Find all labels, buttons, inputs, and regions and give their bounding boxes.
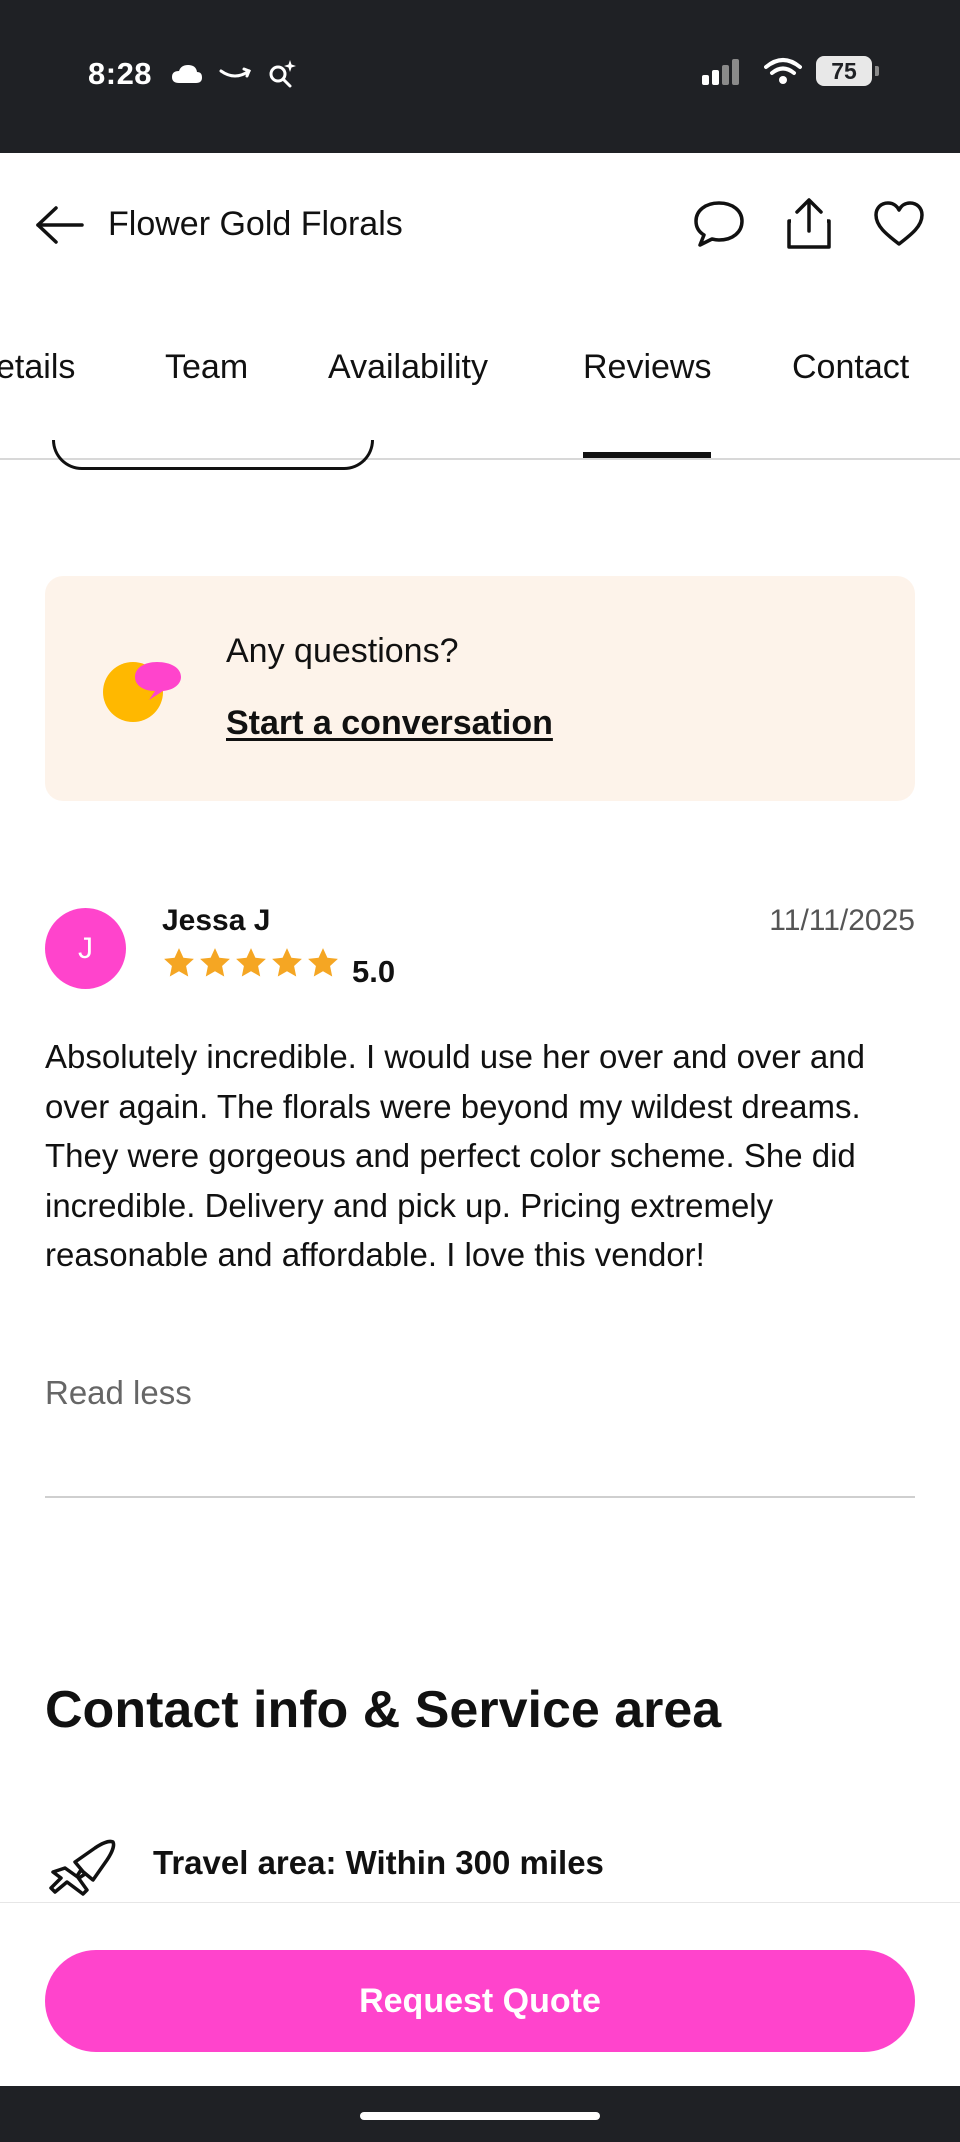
page-title: Flower Gold Florals [108,205,403,243]
header-actions [690,195,928,253]
speech-bubbles-icon [103,662,181,722]
star-icon [200,948,230,977]
app-header: Flower Gold Florals [0,153,960,296]
question-card: Any questions? Start a conversation [45,576,915,801]
bottom-action-bar: Request Quote [0,1902,960,2086]
back-button[interactable] [32,197,88,253]
avatar: J [45,908,126,989]
question-text: Any questions? [226,632,459,670]
amazon-smile-icon [219,67,251,78]
signal-icon [702,59,739,85]
scrolled-button-edge[interactable] [52,440,374,470]
share-button[interactable] [780,195,838,253]
tab-reviews[interactable]: Reviews [583,348,712,458]
travel-area-text: Travel area: Within 300 miles [153,1844,604,1881]
chat-icon [694,201,744,247]
share-icon [787,198,831,249]
star-icon [272,948,302,977]
home-indicator[interactable] [360,2112,600,2120]
status-time: 8:28 [88,56,153,91]
read-less-link[interactable]: Read less [45,1374,192,1412]
reviewer-name: Jessa J [162,904,271,937]
rating-value: 5.0 [352,954,396,989]
star-rating [162,946,340,980]
section-title: Contact info & Service area [45,1681,722,1739]
arrow-left-icon [36,206,84,244]
battery-level: 75 [831,57,857,84]
search-sparkle-icon [269,60,296,88]
airplane-icon [49,1839,116,1896]
divider [45,1496,915,1498]
review-body: Absolutely incredible. I would use her o… [45,1038,865,1273]
battery-icon: 75 [816,56,879,86]
tab-contact[interactable]: Contact [792,348,909,458]
heart-icon [874,201,924,246]
request-quote-button[interactable]: Request Quote [45,1950,915,2052]
star-icon [308,948,338,977]
tab-bar: etails Team Availability Reviews Contact [0,296,960,460]
review-date: 11/11/2025 [769,904,915,937]
message-button[interactable] [690,195,748,253]
start-conversation-link[interactable]: Start a conversation [226,704,553,743]
status-icons-left [170,58,298,90]
star-icon [164,948,194,977]
avatar-initial: J [78,931,93,965]
status-bar: 8:28 75 [0,0,960,153]
star-icon [236,948,266,977]
favorite-button[interactable] [870,195,928,253]
cloud-icon [172,65,202,83]
wifi-icon [764,58,802,84]
status-icons-right: 75 [702,56,879,86]
